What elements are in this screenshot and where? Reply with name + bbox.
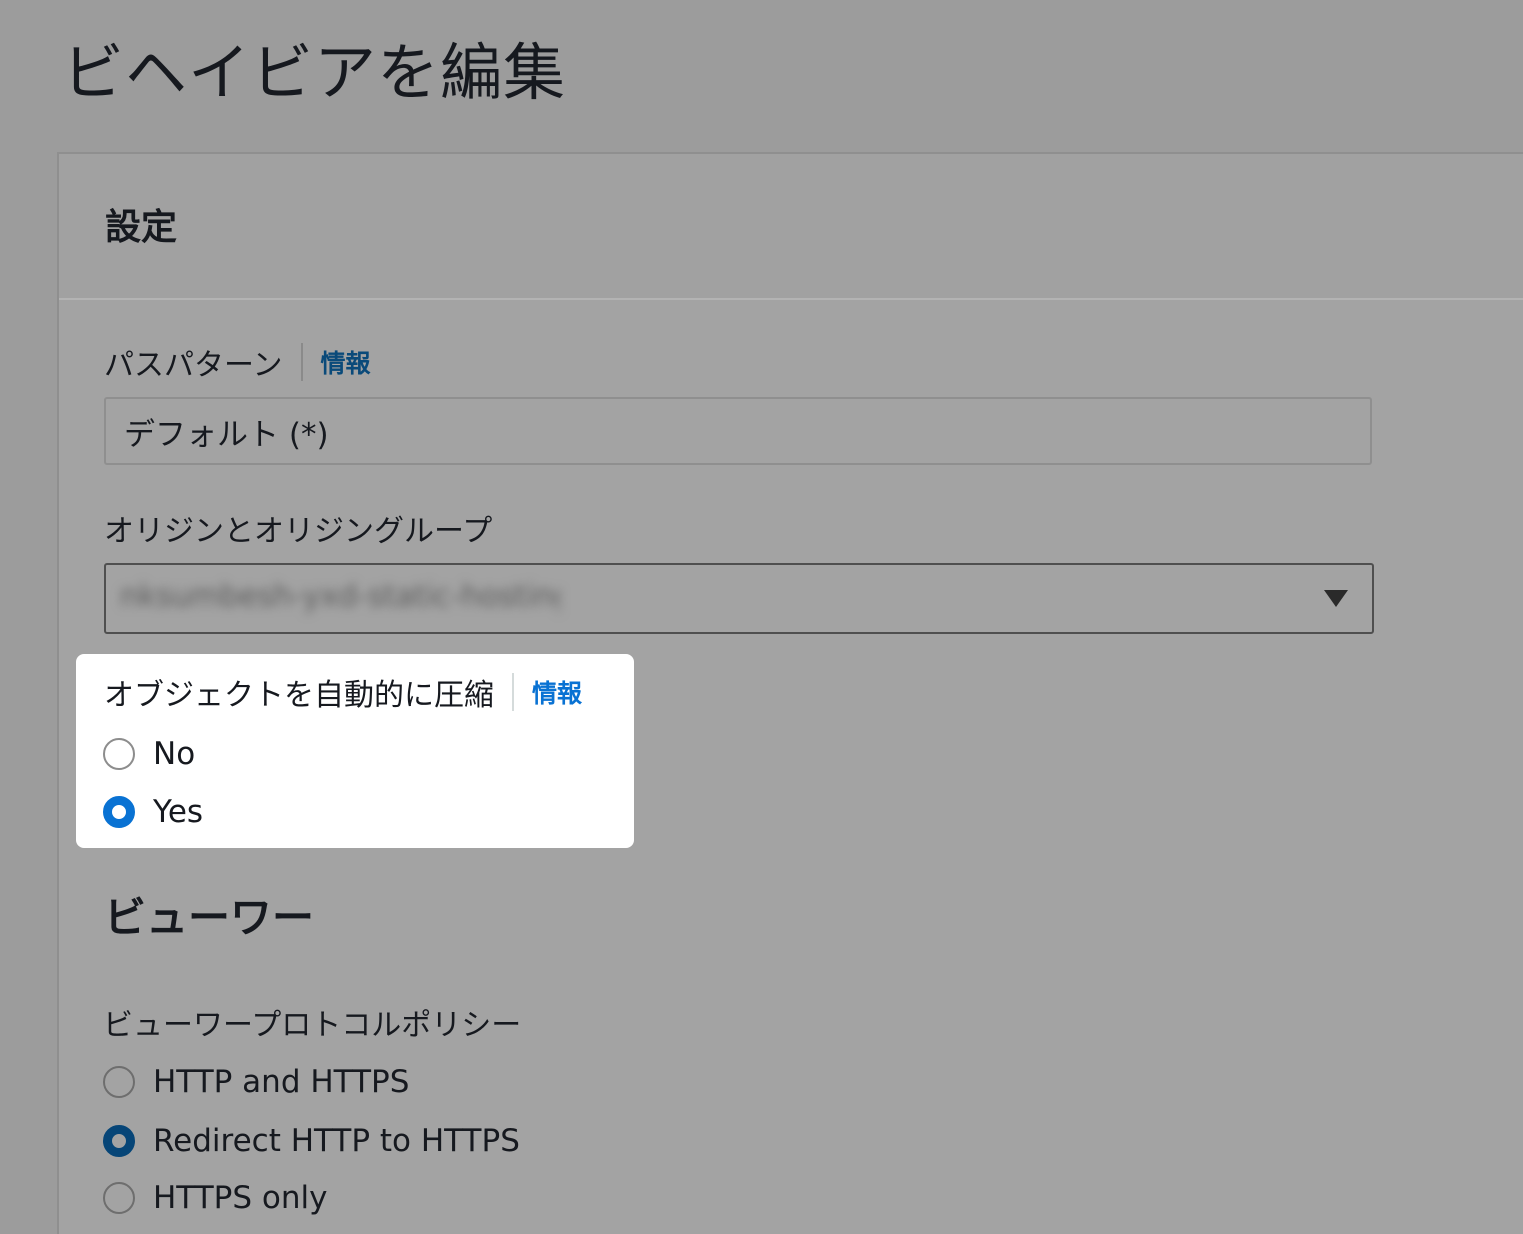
protocol-option-label: HTTPS only [153,1180,328,1216]
compress-label-row: オブジェクトを自動的に圧縮 情報 [104,670,582,714]
protocol-option-http-and-https[interactable]: HTTP and HTTPS [103,1064,409,1100]
caret-down-icon [1324,590,1348,607]
origin-label-row: オリジンとオリジングループ [104,506,492,550]
compress-highlight-card: オブジェクトを自動的に圧縮 情報 No Yes [76,654,634,848]
origin-select[interactable]: nksumbesh-yxd-static-hosting [104,563,1374,634]
viewer-section-title: ビューワー [104,893,315,942]
protocol-option-redirect[interactable]: Redirect HTTP to HTTPS [103,1123,520,1159]
radio-unchecked-icon[interactable] [103,738,135,770]
compress-info-link[interactable]: 情報 [532,674,582,710]
radio-checked-icon[interactable] [103,796,135,828]
protocol-option-label: HTTP and HTTPS [153,1064,410,1100]
compress-option-no[interactable]: No [103,736,195,772]
protocol-policy-label-row: ビューワープロトコルポリシー [103,1000,521,1044]
radio-unchecked-icon[interactable] [103,1182,135,1214]
radio-unchecked-icon[interactable] [103,1066,135,1098]
origin-label: オリジンとオリジングループ [104,514,493,549]
path-pattern-label-row: パスパターン 情報 [104,340,371,384]
origin-selected-value: nksumbesh-yxd-static-hosting [120,579,560,614]
label-divider [512,673,514,711]
compress-label: オブジェクトを自動的に圧縮 [104,678,494,713]
compress-option-no-label: No [153,736,196,772]
page-title: ビヘイビアを編集 [62,36,567,109]
panel-header: 設定 [59,154,1523,300]
protocol-policy-label: ビューワープロトコルポリシー [103,1008,522,1043]
compress-option-yes-label: Yes [153,794,204,830]
path-pattern-info-link[interactable]: 情報 [321,344,371,380]
protocol-option-label: Redirect HTTP to HTTPS [153,1123,520,1159]
radio-checked-icon[interactable] [103,1125,135,1157]
path-pattern-field: デフォルト (*) [104,397,1372,465]
label-divider [300,343,303,381]
protocol-option-https-only[interactable]: HTTPS only [103,1180,327,1216]
panel-title: 設定 [105,207,178,248]
compress-option-yes[interactable]: Yes [103,794,203,830]
path-pattern-label: パスパターン [104,348,283,383]
